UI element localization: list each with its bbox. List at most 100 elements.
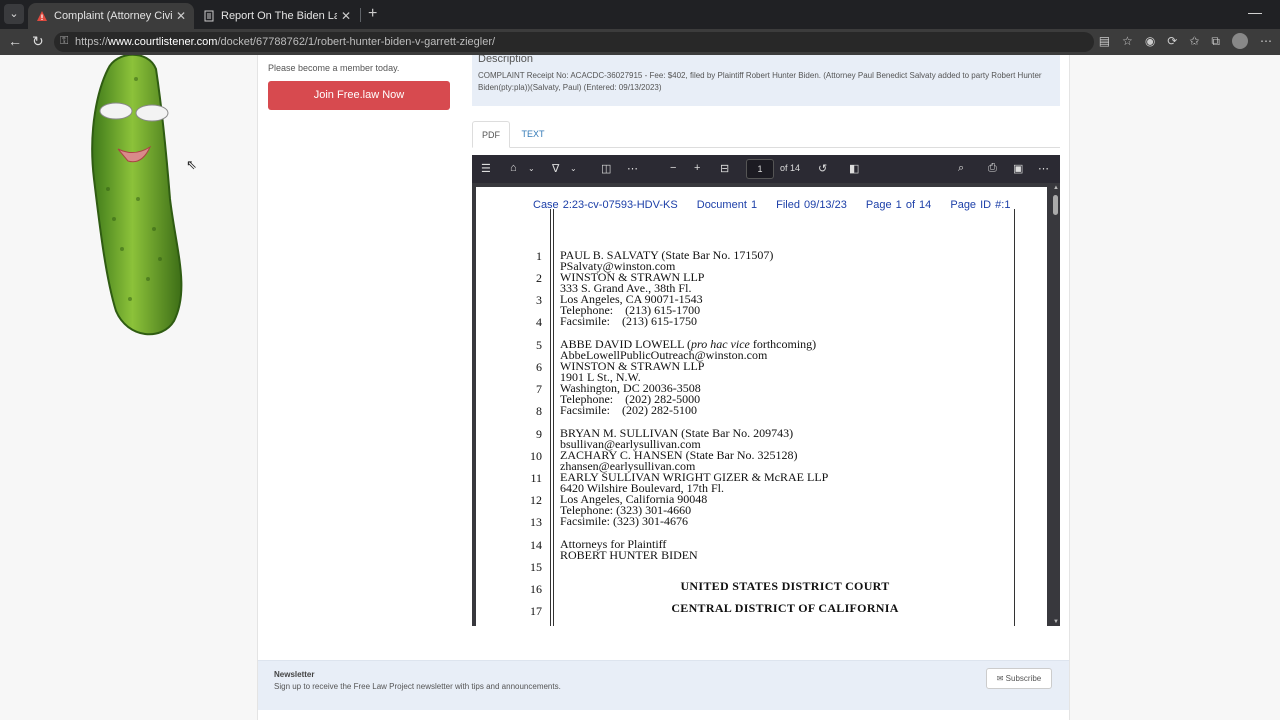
envelope-icon: ✉: [996, 674, 1006, 683]
favorites-icon[interactable]: ✩: [1189, 34, 1199, 48]
close-tab-icon[interactable]: ✕: [341, 9, 351, 23]
mouse-cursor-icon: ⇖: [186, 157, 197, 172]
left-margin-line: [550, 209, 551, 626]
address-toolbar: ← ↻ ⚿ https://www.courtlistener.com/dock…: [0, 29, 1280, 55]
line-number: 12: [530, 493, 542, 507]
pdf-viewer: ☰ ⌂ ⌄ ∇ ⌄ ◫ ⋯ − + ⊟ 1 of 14 ↺ ◧ ⌕ ⎙ ▣ ⋯: [472, 155, 1060, 626]
member-prompt: Please become a member today.: [268, 63, 400, 73]
pickle-character-image: [91, 55, 183, 336]
page-viewport: ⇖ Please become a member today. Join Fre…: [0, 55, 1280, 720]
pdf-page: Case 2:23-cv-07593-HDV-KS Document 1 Fil…: [476, 187, 1047, 626]
court-name: UNITED STATES DISTRICT COURT: [680, 579, 890, 593]
description-panel: Description COMPLAINT Receipt No: ACACDC…: [472, 55, 1060, 106]
line-number: 17: [530, 604, 542, 618]
reader-mode-icon[interactable]: ▤: [1099, 34, 1110, 48]
page-of: Page 1 of 14: [865, 199, 932, 211]
doc-line: ROBERT HUNTER BIDEN: [560, 548, 698, 562]
description-title: Description: [478, 55, 534, 65]
case-number: Case 2:23-cv-07593-HDV-KS: [533, 199, 678, 211]
district-name: CENTRAL DISTRICT OF CALIFORNIA: [671, 601, 899, 615]
tab-search-chevron-icon[interactable]: ⌄: [4, 4, 24, 24]
case-header: Case 2:23-cv-07593-HDV-KS Document 1 Fil…: [533, 199, 1025, 211]
doc-line: Facsimile: (202) 282-5100: [560, 403, 697, 417]
join-free-law-button[interactable]: Join Free.law Now: [268, 81, 450, 110]
tab-divider: [360, 8, 361, 22]
tab-text[interactable]: TEXT: [516, 121, 550, 148]
pdf-scrollbar[interactable]: [1053, 195, 1058, 215]
filed-date: Filed 09/13/23: [776, 199, 847, 211]
document-view-tabs: PDF TEXT: [472, 121, 1060, 148]
main-content: Please become a member today. Join Free.…: [257, 55, 1070, 720]
doc-line: Facsimile: (213) 615-1750: [560, 314, 697, 328]
site-info-icon[interactable]: ⚿: [60, 35, 68, 48]
draw-icon[interactable]: ∇: [552, 162, 559, 175]
document-number: Document 1: [696, 199, 758, 211]
collections-icon[interactable]: ⧉: [1211, 34, 1220, 49]
newsletter-title: Newsletter: [274, 670, 315, 679]
search-icon[interactable]: ⌕: [958, 162, 964, 175]
doc-line: Facsimile: (323) 301-4676: [560, 514, 688, 528]
line-number: 11: [530, 471, 542, 485]
new-tab-icon[interactable]: +: [368, 5, 377, 23]
line-number: 10: [530, 449, 542, 463]
tab-complaint[interactable]: Complaint (Attorney Civil Case Op ✕: [28, 3, 194, 29]
line-number: 2: [536, 271, 542, 285]
tab-pdf[interactable]: PDF: [472, 121, 510, 148]
fit-width-icon[interactable]: ⊟: [720, 162, 729, 175]
line-number: 3: [536, 293, 542, 307]
page-id: Page ID #:1: [950, 199, 1011, 211]
highlight-icon[interactable]: ⌂: [510, 162, 517, 174]
url-text: https://www.courtlistener.com/docket/677…: [75, 36, 496, 48]
profile-avatar[interactable]: [1232, 33, 1248, 49]
pdf-toolbar: ☰ ⌂ ⌄ ∇ ⌄ ◫ ⋯ − + ⊟ 1 of 14 ↺ ◧ ⌕ ⎙ ▣ ⋯: [472, 155, 1060, 183]
scroll-down-icon[interactable]: ▼: [1053, 619, 1059, 625]
line-number: 14: [530, 538, 542, 552]
left-margin-line: [553, 209, 554, 626]
scroll-up-icon[interactable]: ▲: [1053, 185, 1059, 191]
refresh-extension-icon[interactable]: ⟳: [1167, 34, 1177, 48]
newsletter-subtitle: Sign up to receive the Free Law Project …: [274, 682, 561, 691]
zoom-in-icon[interactable]: +: [694, 162, 700, 174]
page-view-icon[interactable]: ◧: [849, 162, 859, 175]
browser-tab-bar: ⌄ Complaint (Attorney Civil Case Op ✕ Re…: [0, 0, 1280, 29]
toolbar-icons: ▤ ☆ ◉ ⟳ ✩ ⧉ ⋯: [1099, 33, 1272, 49]
pdf-more-options-icon[interactable]: ⋯: [1038, 162, 1049, 175]
close-tab-icon[interactable]: ✕: [176, 9, 186, 23]
highlight-dropdown-icon[interactable]: ⌄: [528, 164, 535, 173]
pdf-warning-icon: [37, 11, 47, 21]
line-number: 16: [530, 582, 542, 596]
minimize-window-icon[interactable]: —: [1248, 4, 1262, 20]
line-number: 15: [530, 560, 542, 574]
address-bar[interactable]: ⚿ https://www.courtlistener.com/docket/6…: [54, 32, 1094, 52]
page-total: of 14: [780, 163, 801, 173]
line-number: 13: [530, 515, 542, 529]
text-box-icon[interactable]: ◫: [601, 162, 611, 175]
line-number: 9: [536, 427, 542, 441]
favorite-star-icon[interactable]: ☆: [1122, 34, 1133, 48]
line-number: 7: [536, 382, 542, 396]
extension-icon[interactable]: ◉: [1145, 34, 1155, 48]
subscribe-button[interactable]: ✉ Subscribe: [986, 668, 1052, 689]
reload-icon[interactable]: ↻: [32, 33, 44, 50]
line-number: 8: [536, 404, 542, 418]
outline-icon[interactable]: ☰: [481, 162, 491, 175]
rotate-icon[interactable]: ↺: [818, 162, 827, 175]
save-icon[interactable]: ▣: [1013, 162, 1023, 175]
tab-title: Complaint (Attorney Civil Case Op: [54, 10, 172, 22]
right-margin-line: [1014, 209, 1015, 626]
more-options-icon[interactable]: ⋯: [1260, 34, 1272, 48]
print-icon[interactable]: ⎙: [988, 162, 997, 175]
more-tools-icon[interactable]: ⋯: [627, 162, 638, 175]
line-number: 1: [536, 249, 542, 263]
tab-biden-laptop-report[interactable]: Report On The Biden Laptop : Mar ✕: [195, 3, 359, 29]
document-icon: [204, 10, 214, 22]
page-number-input[interactable]: 1: [746, 159, 774, 179]
zoom-out-icon[interactable]: −: [670, 162, 676, 174]
line-number: 4: [536, 315, 542, 329]
newsletter-bar: Newsletter Sign up to receive the Free L…: [258, 660, 1069, 710]
back-icon[interactable]: ←: [8, 33, 22, 49]
description-body: COMPLAINT Receipt No: ACACDC-36027915 - …: [478, 71, 1042, 92]
tab-title: Report On The Biden Laptop : Mar: [221, 10, 337, 22]
draw-dropdown-icon[interactable]: ⌄: [570, 164, 577, 173]
line-number: 6: [536, 360, 542, 374]
